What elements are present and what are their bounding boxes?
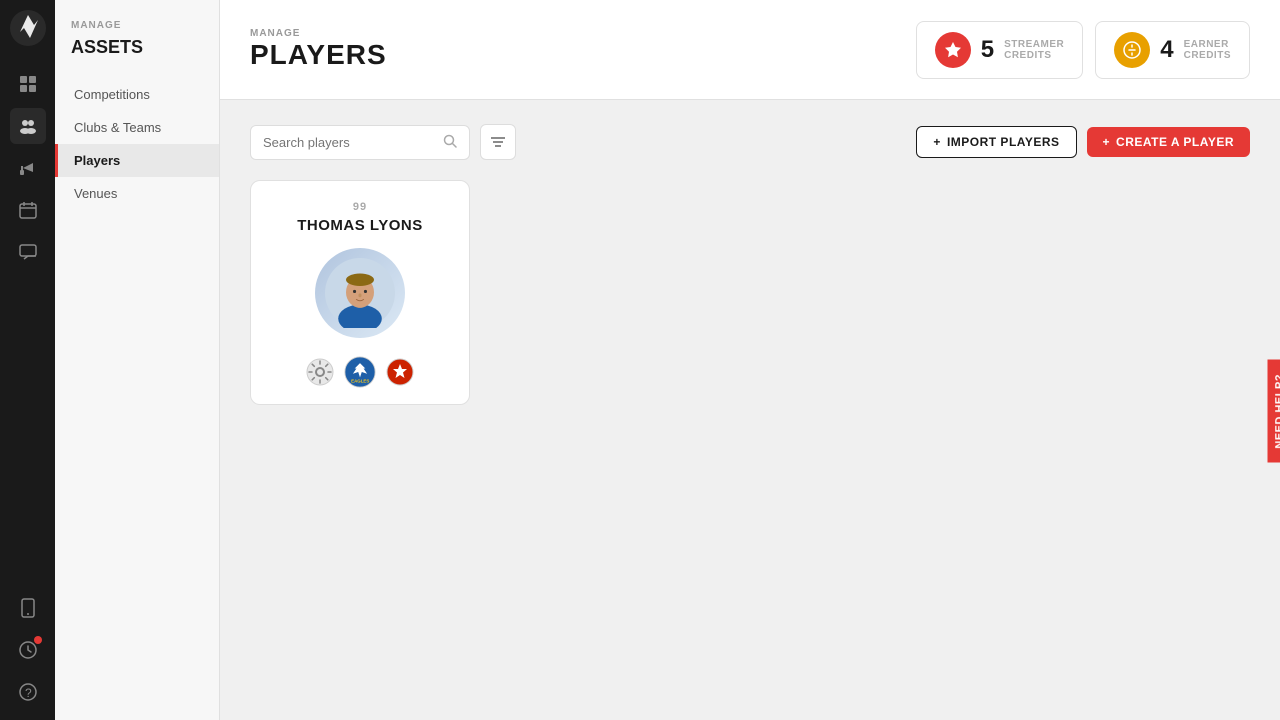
topbar-manage-label: MANAGE <box>250 28 387 39</box>
app-logo[interactable] <box>10 10 46 46</box>
streamer-credit-labels: STREAMER CREDITS <box>1004 39 1064 61</box>
player-number: 99 <box>353 201 367 213</box>
topbar-credits: 5 STREAMER CREDITS 4 EARNER CREDITS <box>916 21 1250 79</box>
svg-text:EAGLES: EAGLES <box>351 379 369 384</box>
team-icon-eagles: EAGLES <box>344 356 376 388</box>
import-button-label: IMPORT PLAYERS <box>947 135 1060 149</box>
nav-icon-people[interactable] <box>10 108 46 144</box>
create-button-label: CREATE A PLAYER <box>1116 135 1234 149</box>
nav-icon-help[interactable]: ? <box>10 674 46 710</box>
sidebar-section-label: MANAGE <box>55 20 219 37</box>
import-plus-icon: + <box>933 135 941 149</box>
earner-credit-icon <box>1114 32 1150 68</box>
icon-nav: ? <box>0 0 55 720</box>
sidebar-item-players[interactable]: Players <box>55 144 219 177</box>
search-input[interactable] <box>263 135 435 150</box>
earner-credits-badge: 4 EARNER CREDITS <box>1095 21 1250 79</box>
player-card[interactable]: 99 THOMAS LYONS <box>250 180 470 405</box>
earner-credit-label-top: EARNER <box>1184 39 1231 50</box>
svg-text:?: ? <box>25 686 32 700</box>
streamer-credit-label-bottom: CREDITS <box>1004 50 1064 61</box>
nav-icon-activity-wrap <box>10 632 46 668</box>
sidebar-item-venues[interactable]: Venues <box>55 177 219 210</box>
sidebar-title: ASSETS <box>55 37 219 78</box>
players-grid: 99 THOMAS LYONS <box>250 180 1250 405</box>
player-name: THOMAS LYONS <box>297 217 422 234</box>
earner-credit-count: 4 <box>1160 36 1173 64</box>
topbar-title-area: MANAGE PLAYERS <box>250 28 387 71</box>
notification-dot <box>34 636 42 644</box>
streamer-credit-label-top: STREAMER <box>1004 39 1064 50</box>
player-team-icons: EAGLES <box>304 356 416 388</box>
icon-nav-bottom: ? <box>10 590 46 710</box>
streamer-credit-count: 5 <box>981 36 994 64</box>
nav-icon-dashboard[interactable] <box>10 66 46 102</box>
topbar-title: PLAYERS <box>250 39 387 71</box>
toolbar-left <box>250 124 516 160</box>
content-area: + IMPORT PLAYERS + CREATE A PLAYER 99 TH… <box>220 100 1280 720</box>
earner-credit-label-bottom: CREDITS <box>1184 50 1231 61</box>
create-plus-icon: + <box>1103 135 1111 149</box>
search-box[interactable] <box>250 125 470 160</box>
need-help-button[interactable]: Need Help? <box>1268 360 1280 463</box>
content-toolbar: + IMPORT PLAYERS + CREATE A PLAYER <box>250 124 1250 160</box>
earner-credit-labels: EARNER CREDITS <box>1184 39 1231 61</box>
main-content: MANAGE PLAYERS 5 STREAMER CREDITS <box>220 0 1280 720</box>
toolbar-right: + IMPORT PLAYERS + CREATE A PLAYER <box>916 126 1250 158</box>
filter-button[interactable] <box>480 124 516 160</box>
streamer-credits-badge: 5 STREAMER CREDITS <box>916 21 1083 79</box>
nav-icon-megaphone[interactable] <box>10 150 46 186</box>
nav-icon-chat[interactable] <box>10 234 46 270</box>
sidebar-item-clubs-teams[interactable]: Clubs & Teams <box>55 111 219 144</box>
nav-icon-calendar[interactable] <box>10 192 46 228</box>
nav-icon-mobile[interactable] <box>10 590 46 626</box>
sidebar: MANAGE ASSETS Competitions Clubs & Teams… <box>55 0 220 720</box>
topbar: MANAGE PLAYERS 5 STREAMER CREDITS <box>220 0 1280 100</box>
search-icon <box>443 134 457 151</box>
streamer-credit-icon <box>935 32 971 68</box>
create-player-button[interactable]: + CREATE A PLAYER <box>1087 127 1250 157</box>
team-icon-badge <box>384 356 416 388</box>
player-avatar <box>315 248 405 338</box>
sidebar-nav: Competitions Clubs & Teams Players Venue… <box>55 78 219 210</box>
sidebar-item-competitions[interactable]: Competitions <box>55 78 219 111</box>
team-icon-gear <box>304 356 336 388</box>
import-players-button[interactable]: + IMPORT PLAYERS <box>916 126 1076 158</box>
